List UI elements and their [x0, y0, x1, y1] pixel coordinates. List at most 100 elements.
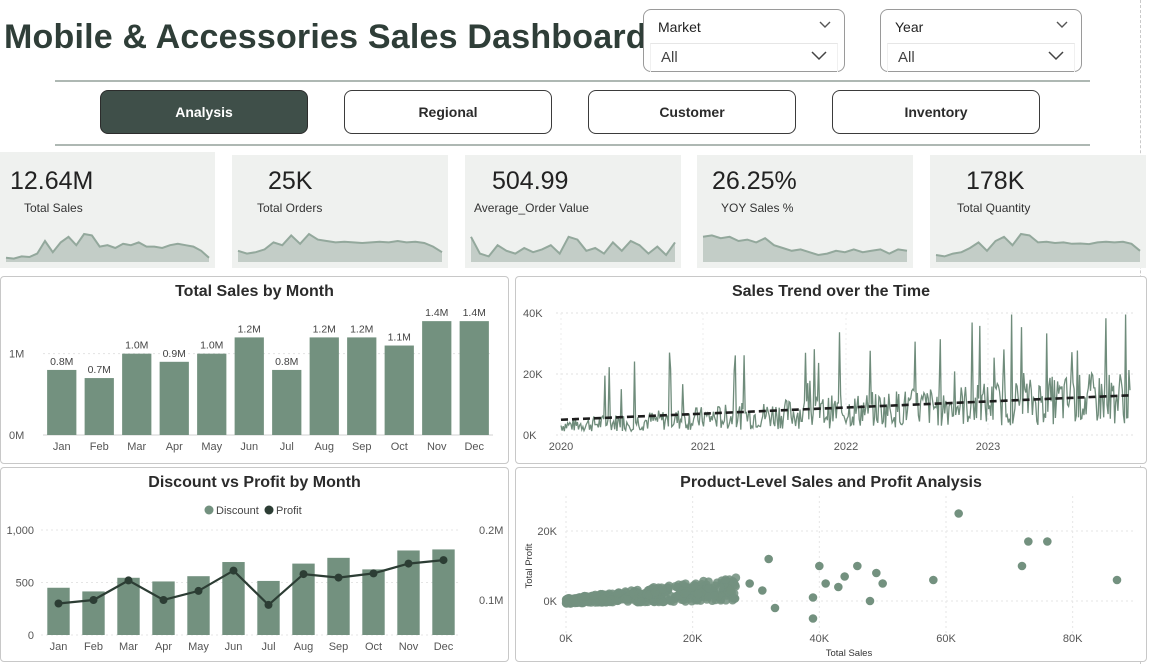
- profit-point: [194, 586, 203, 595]
- divider-top: [55, 80, 1090, 82]
- bar: [347, 337, 377, 435]
- year-filter-label: Year: [895, 19, 924, 35]
- y-tick-label: 0M: [9, 430, 24, 442]
- x-tick-label: Jan: [50, 641, 68, 653]
- chevron-down-icon[interactable]: [1055, 18, 1069, 32]
- data-label: 1.2M: [350, 323, 373, 335]
- scatter-point: [716, 583, 725, 592]
- sparkline-area: [6, 234, 209, 262]
- sales-by-month-panel: Total Sales by Month 0M 1M 0.8M Jan 0.7M Feb 1…: [0, 276, 509, 464]
- profit-point: [229, 566, 238, 575]
- x-tick-label: Aug: [314, 441, 334, 453]
- scatter-point: [954, 509, 963, 518]
- scatter-point: [1043, 537, 1052, 546]
- x-tick-label: 20K: [683, 633, 703, 645]
- scatter-point: [622, 595, 632, 604]
- x-tick-label: 0K: [559, 633, 573, 645]
- y-tick-label: 20K: [537, 526, 557, 538]
- kpi-yoy-sales: 26.25% YOY Sales %: [697, 155, 913, 268]
- y-tick-label: 40K: [523, 308, 543, 320]
- kpi-average-order-value: 504.99 Average_Order Value: [465, 155, 681, 268]
- divider-bottom: [55, 144, 1090, 146]
- bar: [197, 353, 227, 435]
- x-tick-label: Oct: [365, 641, 382, 653]
- y-tick-label: 0K: [523, 430, 537, 442]
- x-tick-label: Dec: [464, 441, 484, 453]
- x-tick-label: 80K: [1063, 633, 1083, 645]
- market-dropdown[interactable]: All: [650, 43, 838, 72]
- x-tick-label: Dec: [434, 641, 454, 653]
- x-tick-label: 2021: [691, 441, 715, 453]
- data-label: 1.1M: [388, 332, 411, 344]
- scatter-point: [693, 589, 703, 599]
- bar-discount: [152, 581, 175, 635]
- discount-profit-chart: Discount Profit 0 500 1,000 0.1M 0.2M Jan Feb Mar…: [6, 505, 503, 653]
- scatter-point: [815, 561, 824, 571]
- bar: [84, 378, 114, 435]
- x-tick-label: 2023: [976, 441, 1000, 453]
- scatter-point: [721, 596, 731, 605]
- tab-inventory[interactable]: Inventory: [832, 90, 1040, 134]
- kpi-label: Average_Order Value: [474, 201, 589, 215]
- year-dropdown[interactable]: All: [887, 43, 1075, 72]
- x-tick-label: Nov: [427, 441, 447, 453]
- bar-discount: [187, 576, 210, 635]
- y-tick-label-left: 1,000: [6, 525, 34, 537]
- scatter-point: [710, 591, 719, 600]
- x-tick-label: Sep: [352, 441, 372, 453]
- kpi-sparkline: [702, 234, 908, 262]
- tab-regional[interactable]: Regional: [344, 90, 552, 134]
- x-axis-title: Total Sales: [826, 648, 873, 659]
- kpi-value: 25K: [268, 167, 313, 195]
- year-filter[interactable]: Year All: [880, 9, 1082, 72]
- profit-point: [54, 599, 63, 608]
- profit-point: [404, 559, 413, 568]
- profit-point: [124, 576, 133, 585]
- bar: [122, 353, 152, 435]
- data-label: 1.4M: [425, 307, 448, 319]
- bar: [309, 337, 339, 435]
- y-tick-label-right: 0.2M: [479, 525, 503, 537]
- data-label: 0.7M: [88, 364, 111, 376]
- profit-point: [264, 600, 273, 609]
- year-value: All: [898, 49, 915, 66]
- kpi-value: 12.64M: [10, 167, 94, 195]
- data-label: 1.2M: [238, 323, 261, 335]
- data-label: 1.0M: [125, 340, 148, 352]
- legend-label-discount: Discount: [216, 505, 259, 517]
- scatter-point: [770, 603, 780, 613]
- kpi-label: Total Sales: [24, 201, 83, 215]
- scatter-point: [589, 591, 598, 600]
- scatter-point: [1112, 575, 1122, 585]
- scatter-point: [929, 575, 938, 585]
- scatter-point: [872, 568, 881, 578]
- tab-customer[interactable]: Customer: [588, 90, 796, 134]
- kpi-total-sales: 12.64M Total Sales: [0, 152, 215, 268]
- scatter-point: [840, 572, 849, 581]
- scatter-point: [808, 614, 818, 623]
- profit-point: [439, 556, 448, 565]
- chevron-down-icon[interactable]: [818, 18, 832, 32]
- bar-discount: [327, 557, 350, 635]
- x-tick-label: 40K: [810, 633, 830, 645]
- x-tick-label: 2022: [834, 441, 858, 453]
- scatter-point: [681, 579, 690, 588]
- x-tick-label: Feb: [90, 441, 109, 453]
- x-tick-label: Mar: [119, 641, 138, 653]
- sales-by-month-chart: 0M 1M 0.8M Jan 0.7M Feb 1.0M Mar 0.9M Apr 1.0M May 1…: [9, 307, 493, 453]
- scatter-point: [745, 579, 754, 588]
- market-filter[interactable]: Market All: [643, 9, 845, 72]
- data-label: 0.9M: [163, 348, 186, 360]
- x-tick-label: Jul: [261, 641, 275, 653]
- bar: [234, 337, 264, 435]
- scatter-point: [1017, 561, 1027, 571]
- scatter-point: [658, 597, 668, 607]
- scatter-point: [679, 589, 689, 598]
- legend-marker-discount: [204, 505, 214, 515]
- scatter-point: [808, 593, 818, 602]
- profit-point: [369, 569, 378, 578]
- scatter-point: [613, 589, 622, 598]
- tab-analysis[interactable]: Analysis: [100, 90, 308, 134]
- scatter-point: [821, 579, 830, 588]
- market-filter-label: Market: [658, 19, 701, 35]
